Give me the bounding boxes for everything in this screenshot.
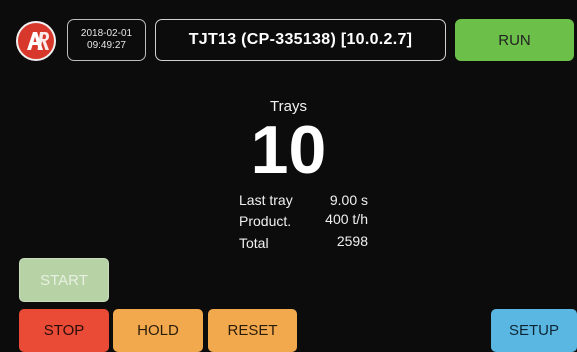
- reset-button[interactable]: RESET: [208, 309, 297, 352]
- time-text: 09:49:27: [87, 40, 126, 51]
- total-value: 2598: [336, 233, 368, 249]
- ar-logo-icon: [16, 21, 56, 61]
- device-title: TJT13 (CP-335138) [10.0.2.7]: [155, 19, 446, 61]
- datetime-display: 2018-02-01 09:49:27: [67, 19, 146, 61]
- run-status-button[interactable]: RUN: [455, 19, 574, 61]
- date-text: 2018-02-01: [80, 28, 133, 39]
- setup-button[interactable]: SETUP: [491, 309, 577, 352]
- trays-count: 10: [250, 112, 327, 188]
- start-button[interactable]: START: [19, 258, 109, 302]
- hold-button[interactable]: HOLD: [113, 309, 203, 352]
- stop-button[interactable]: STOP: [19, 309, 109, 352]
- last-tray-value: 9.00 s: [329, 192, 368, 208]
- hmi-screen: 2018-02-01 09:49:27 TJT13 (CP-335138) [1…: [0, 0, 577, 352]
- product-value: 400 t/h: [325, 211, 368, 227]
